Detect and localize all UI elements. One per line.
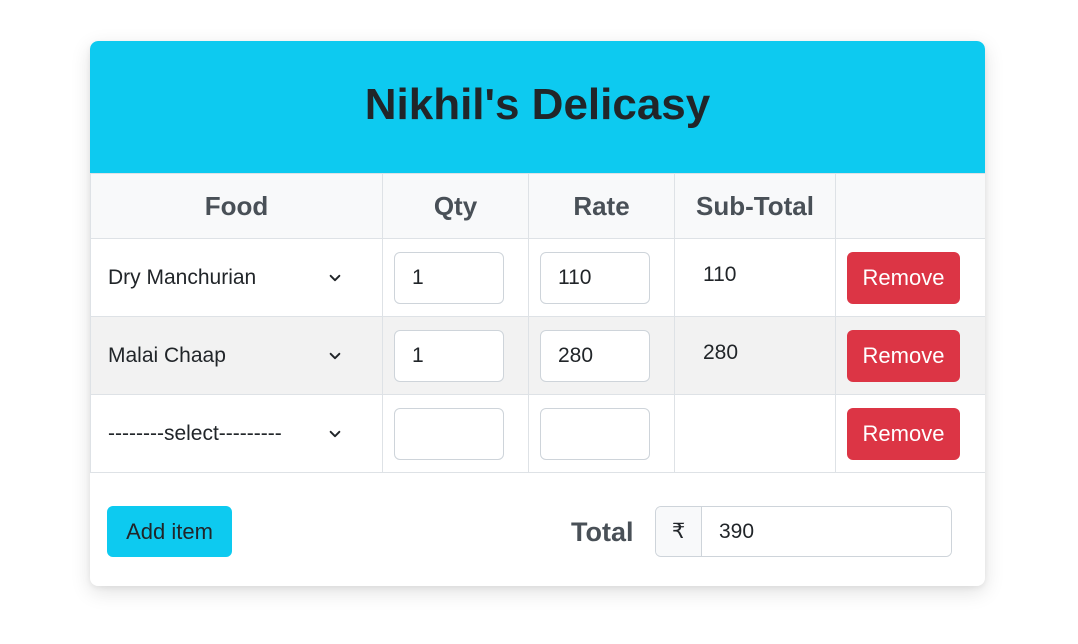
total-value: 390 [702, 507, 951, 556]
food-select-value: --------select--------- [108, 421, 282, 445]
chevron-down-icon [329, 274, 341, 281]
rupee-icon: ₹ [656, 507, 702, 556]
qty-input[interactable] [394, 407, 504, 460]
add-item-button[interactable]: Add item [107, 506, 232, 557]
remove-button[interactable]: Remove [847, 251, 960, 304]
remove-button[interactable]: Remove [847, 329, 960, 382]
subtotal-cell: 110 [674, 238, 836, 317]
rate-cell: 110 [528, 238, 675, 317]
total-field: ₹ 390 [655, 506, 952, 557]
subtotal-cell [674, 394, 836, 473]
rate-cell [528, 394, 675, 473]
card-header: Nikhil's Delicasy [90, 41, 985, 173]
rate-input[interactable]: 280 [540, 329, 650, 382]
remove-button[interactable]: Remove [847, 407, 960, 460]
total-label: Total [571, 517, 634, 547]
column-header-food: Food [90, 173, 383, 239]
rate-input[interactable] [540, 407, 650, 460]
action-cell: Remove [835, 394, 985, 473]
food-select-value: Dry Manchurian [108, 265, 257, 289]
rate-input[interactable]: 110 [540, 251, 650, 304]
food-select-value: Malai Chaap [108, 343, 226, 367]
table-row: --------select--------- Remove [90, 394, 985, 473]
subtotal-cell: 280 [674, 316, 836, 395]
action-cell: Remove [835, 238, 985, 317]
subtotal-value [675, 419, 703, 442]
food-select[interactable]: Malai Chaap [91, 336, 382, 376]
order-card: Nikhil's Delicasy Food Qty Rate Sub-Tota… [90, 41, 985, 586]
food-select[interactable]: --------select--------- [91, 414, 382, 454]
table-row: Dry Manchurian 1 110 110 Remove [90, 238, 985, 317]
qty-input[interactable]: 1 [394, 251, 504, 304]
qty-cell [382, 394, 529, 473]
food-cell: Malai Chaap [90, 316, 383, 395]
order-table: Food Qty Rate Sub-Total Dry Manchurian 1 [90, 173, 985, 473]
subtotal-value: 110 [703, 262, 737, 286]
rate-cell: 280 [528, 316, 675, 395]
action-cell: Remove [835, 316, 985, 395]
page-title: Nikhil's Delicasy [364, 80, 711, 129]
food-select[interactable]: Dry Manchurian [91, 258, 382, 298]
qty-cell: 1 [382, 316, 529, 395]
subtotal-value: 280 [703, 340, 739, 364]
food-cell: --------select--------- [90, 394, 383, 473]
food-cell: Dry Manchurian [90, 238, 383, 317]
chevron-down-icon [329, 352, 341, 359]
column-header-subtotal: Sub-Total [674, 173, 836, 239]
column-header-qty: Qty [382, 173, 529, 239]
column-header-actions [835, 173, 985, 239]
order-footer: Add item Total ₹ 390 [90, 473, 985, 586]
column-header-rate: Rate [528, 173, 675, 239]
qty-cell: 1 [382, 238, 529, 317]
table-row: Malai Chaap 1 280 280 Remove [90, 316, 985, 395]
chevron-down-icon [329, 430, 341, 437]
table-header-row: Food Qty Rate Sub-Total [90, 173, 985, 239]
qty-input[interactable]: 1 [394, 329, 504, 382]
